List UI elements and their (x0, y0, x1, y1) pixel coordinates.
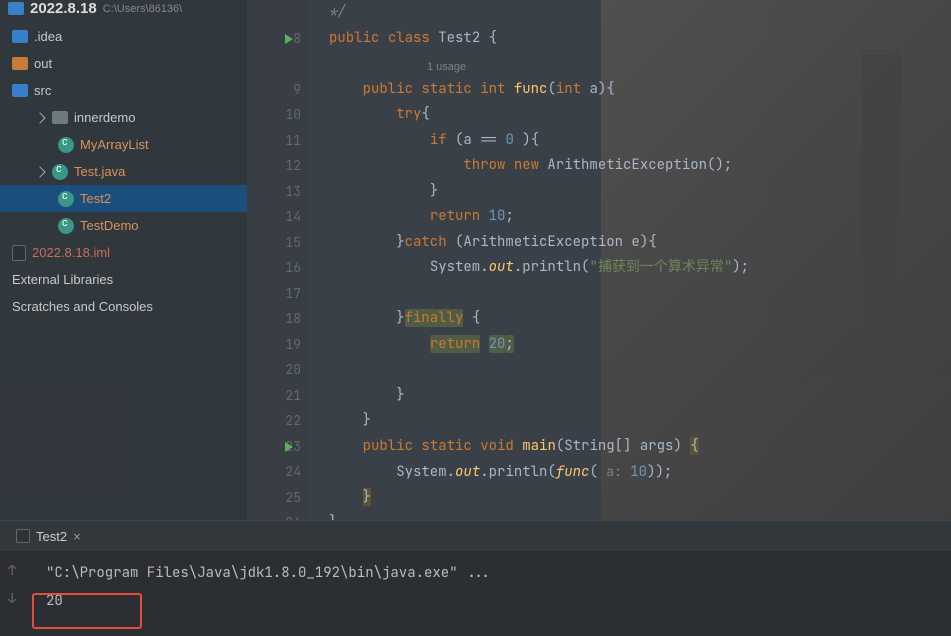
tree-item-innerdemo[interactable]: innerdemo (0, 104, 247, 131)
project-header[interactable]: 2022.8.18 C:\Users\86136\ (0, 0, 247, 21)
tree-item-testdemo[interactable]: TestDemo (0, 212, 247, 239)
code-line[interactable]: public class Test2 { (309, 26, 951, 52)
code-line[interactable]: if (a == 0 ){ (309, 128, 951, 154)
line-number: 22 (247, 408, 309, 434)
tree-item-label: Test2 (80, 191, 111, 206)
tree-item-label: MyArrayList (80, 137, 149, 152)
folder-icon (12, 30, 28, 43)
code-line[interactable] (309, 51, 951, 77)
line-number: 9 (247, 77, 309, 103)
tree-item-label: Test.java (74, 164, 125, 179)
line-number: 23 (247, 434, 309, 460)
code-line[interactable]: try{ (309, 102, 951, 128)
code-line[interactable]: throw new ArithmeticException(); (309, 153, 951, 179)
project-sidebar: 2022.8.18 C:\Users\86136\ .idea out src inn… (0, 0, 247, 520)
tree-item-test-java[interactable]: Test.java (0, 158, 247, 185)
line-number: 15 (247, 230, 309, 256)
console-gutter: ↑↓ (8, 557, 16, 613)
run-config-icon (16, 529, 30, 543)
tree-item-myarraylist[interactable]: MyArrayList (0, 131, 247, 158)
project-path: C:\Users\86136\ (103, 3, 182, 15)
folder-icon (12, 57, 28, 70)
code-line[interactable]: } (309, 485, 951, 511)
project-folder-icon (8, 2, 24, 15)
tree-item-src[interactable]: src (0, 77, 247, 104)
code-line[interactable] (309, 357, 951, 383)
chevron-right-icon (34, 112, 45, 123)
code-line[interactable]: return 10; (309, 204, 951, 230)
tree-item-label: .idea (34, 29, 62, 44)
run-console: Test2 × ↑↓ "C:\Program Files\Java\jdk1.8… (0, 520, 951, 636)
tree-item-test2[interactable]: Test2 (0, 185, 247, 212)
line-number: 20 (247, 357, 309, 383)
code-line[interactable]: public static int func(int a){ (309, 77, 951, 103)
line-number: 16 (247, 255, 309, 281)
line-number: 14 (247, 204, 309, 230)
tree-item-label: out (34, 56, 52, 71)
console-line-2: 20 (46, 587, 935, 615)
tree-item-label: innerdemo (74, 110, 135, 125)
usage-hint[interactable]: 1 usage (427, 55, 466, 81)
code-line[interactable]: } (309, 383, 951, 409)
tree-item-label: 2022.8.18.iml (32, 245, 110, 260)
code-line[interactable]: */ (309, 0, 951, 26)
class-icon (58, 137, 74, 153)
line-number: 11 (247, 128, 309, 154)
code-line[interactable]: return 20; (309, 332, 951, 358)
line-number: 19 (247, 332, 309, 358)
line-number: 24 (247, 459, 309, 485)
line-number: 13 (247, 179, 309, 205)
run-gutter-icon[interactable] (285, 34, 293, 44)
tree-item-out[interactable]: out (0, 50, 247, 77)
code-line[interactable]: } (309, 179, 951, 205)
code-line[interactable]: }finally { (309, 306, 951, 332)
console-line-1: "C:\Program Files\Java\jdk1.8.0_192\bin\… (46, 559, 935, 587)
code-line[interactable]: System.out.println(func( a: 10)); (309, 459, 951, 485)
folder-icon (12, 84, 28, 97)
project-name: 2022.8.18 (30, 0, 97, 17)
code-line[interactable] (309, 281, 951, 307)
tree-item-label: src (34, 83, 51, 98)
package-icon (52, 111, 68, 124)
scratches-consoles[interactable]: Scratches and Consoles (0, 293, 247, 320)
code-line[interactable]: }catch (ArithmeticException e){ (309, 230, 951, 256)
line-number: 21 (247, 383, 309, 409)
code-line[interactable]: public static void main(String[] args) { (309, 434, 951, 460)
line-number: 12 (247, 153, 309, 179)
console-tab-bar: Test2 × (0, 521, 951, 551)
line-number: 10 (247, 102, 309, 128)
project-tree: .idea out src innerdemo MyArrayList Test.java… (0, 21, 247, 266)
tree-item-2022-8-18-iml[interactable]: 2022.8.18.iml (0, 239, 247, 266)
code-line[interactable]: } (309, 408, 951, 434)
line-number: 17 (247, 281, 309, 307)
line-number: 8 (247, 26, 309, 52)
tree-item-label: TestDemo (80, 218, 139, 233)
console-tab-test2[interactable]: Test2 × (16, 529, 81, 544)
run-gutter-icon[interactable] (285, 442, 293, 452)
close-icon[interactable]: × (73, 529, 81, 544)
class-icon (52, 164, 68, 180)
external-libraries[interactable]: External Libraries (0, 266, 247, 293)
code-line[interactable]: System.out.println("捕获到一个算术异常"); (309, 255, 951, 281)
file-icon (12, 245, 26, 261)
chevron-right-icon (34, 166, 45, 177)
class-icon (58, 191, 74, 207)
console-output[interactable]: ↑↓ "C:\Program Files\Java\jdk1.8.0_192\b… (0, 551, 951, 623)
line-number: 18 (247, 306, 309, 332)
code-area[interactable]: */public class Test2 { public static int… (309, 0, 951, 536)
tree-item--idea[interactable]: .idea (0, 23, 247, 50)
line-number (247, 51, 309, 77)
code-editor[interactable]: 891011121314151617181920212223242526 */p… (247, 0, 951, 520)
editor-gutter: 891011121314151617181920212223242526 (247, 0, 309, 520)
line-number (247, 0, 309, 26)
class-icon (58, 218, 74, 234)
line-number: 25 (247, 485, 309, 511)
